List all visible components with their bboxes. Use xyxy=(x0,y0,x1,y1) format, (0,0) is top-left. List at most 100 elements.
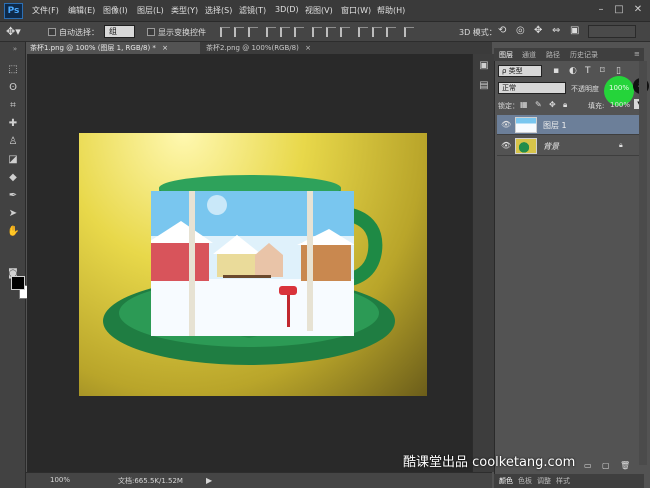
tab-channels[interactable]: 通道 xyxy=(522,50,536,60)
distribute-bottom-icon[interactable] xyxy=(340,27,350,37)
layer1-name[interactable]: 图层 1 xyxy=(543,120,567,131)
opacity-value[interactable]: 100% xyxy=(609,84,629,92)
auto-select-dropdown[interactable]: 组 xyxy=(104,25,135,38)
menu-image[interactable]: 图像(I) xyxy=(103,5,128,16)
crop-tool-icon[interactable]: ⌗ xyxy=(7,100,19,112)
tab-layers[interactable]: 图层 xyxy=(499,50,513,60)
layer-row-layer1[interactable]: 👁︎ 图层 1 xyxy=(497,115,639,135)
delete-layer-icon[interactable]: 🗑︎ xyxy=(620,461,630,470)
3d-scale-icon[interactable]: ▣ xyxy=(570,25,579,36)
tab-paths[interactable]: 路径 xyxy=(546,50,560,60)
filter-shape-icon[interactable]: ⌑ xyxy=(600,66,605,76)
path-select-icon[interactable]: ➤ xyxy=(7,208,19,220)
filter-type-icon[interactable]: T xyxy=(585,66,591,76)
3d-rotate-icon[interactable]: ⟲ xyxy=(498,25,506,36)
tab-color[interactable]: 颜色 xyxy=(499,476,513,486)
lock-transparent-icon[interactable]: ▦ xyxy=(520,100,528,109)
distribute-top-icon[interactable] xyxy=(312,27,322,37)
auto-select-label: 自动选择： xyxy=(59,28,99,37)
align-right-icon[interactable] xyxy=(294,27,304,37)
close-button[interactable]: ✕ xyxy=(631,4,645,17)
eraser-tool-icon[interactable]: ◪ xyxy=(7,154,19,166)
menu-type[interactable]: 类型(Y) xyxy=(171,5,198,16)
pen-tool-icon[interactable]: ✒ xyxy=(7,190,19,202)
tab-swatches[interactable]: 色板 xyxy=(518,476,532,486)
lock-position-icon[interactable]: ✥ xyxy=(549,100,556,109)
align-hcenter-icon[interactable] xyxy=(280,27,290,37)
workspace-dropdown[interactable] xyxy=(588,25,636,38)
collapse-icon[interactable]: » xyxy=(9,43,21,55)
move-tool-preset-icon[interactable]: ✥▾ xyxy=(6,25,21,38)
visibility-eye-icon[interactable]: 👁︎ xyxy=(501,120,511,129)
maximize-button[interactable]: □ xyxy=(612,4,626,17)
minimize-button[interactable]: – xyxy=(594,4,608,17)
layer-filter-dropdown[interactable]: ρ 类型 xyxy=(498,65,542,77)
document-canvas[interactable] xyxy=(79,133,427,396)
3d-pan-icon[interactable]: ✥ xyxy=(534,25,542,36)
zoom-level[interactable]: 100% xyxy=(50,476,70,484)
menu-layer[interactable]: 图层(L) xyxy=(137,5,164,16)
tab-teacup2-close-icon[interactable]: × xyxy=(305,44,311,52)
menu-view[interactable]: 视图(V) xyxy=(305,5,333,16)
3d-slide-icon[interactable]: ⇔ xyxy=(552,25,560,36)
show-transform-label: 显示变换控件 xyxy=(158,28,206,37)
menu-select[interactable]: 选择(S) xyxy=(205,5,232,16)
blend-mode-dropdown[interactable]: 正常 xyxy=(498,82,566,94)
tab-history[interactable]: 历史记录 xyxy=(570,50,598,60)
3d-roll-icon[interactable]: ◎ xyxy=(516,25,525,36)
align-bottom-icon[interactable] xyxy=(248,27,258,37)
blur-tool-icon[interactable]: ◆ xyxy=(7,172,19,184)
align-top-icon[interactable] xyxy=(220,27,230,37)
tab-adjustments[interactable]: 调整 xyxy=(537,476,551,486)
menu-edit[interactable]: 编辑(E) xyxy=(68,5,95,16)
visibility-eye-icon[interactable]: 👁︎ xyxy=(501,141,511,150)
tools-panel: » ⬚ ✥ ʘ ✱ ⌗ ⁄ ✚ ✎ ♙ ↺ ◪ ▭ ◆ ● ✒ T ➤ ■ ✋ … xyxy=(0,42,42,488)
menu-3d[interactable]: 3D(D) xyxy=(275,5,299,14)
menu-window[interactable]: 窗口(W) xyxy=(341,5,371,16)
document-tabs: 茶杯1.png @ 100% (图层 1, RGB/8) * × 茶杯2.png… xyxy=(26,42,492,54)
show-transform-checkbox[interactable] xyxy=(147,28,155,36)
new-group-icon[interactable]: ▭ xyxy=(584,461,592,470)
tab-teacup1-close-icon[interactable]: × xyxy=(162,44,168,52)
tab-teacup1[interactable]: 茶杯1.png @ 100% (图层 1, RGB/8) * × xyxy=(26,42,200,54)
lock-all-icon[interactable]: 🔒︎ xyxy=(563,100,567,110)
distribute-left-icon[interactable] xyxy=(358,27,368,37)
tab-styles[interactable]: 样式 xyxy=(556,476,570,486)
lasso-tool-icon[interactable]: ʘ xyxy=(7,82,19,94)
new-layer-icon[interactable]: ▢ xyxy=(602,461,610,470)
status-bar: 100% 文档:665.5K/1.52M ▶ xyxy=(26,472,492,488)
healing-brush-icon[interactable]: ✚ xyxy=(7,118,19,130)
auto-align-icon[interactable] xyxy=(404,27,414,37)
foreground-color-swatch[interactable] xyxy=(11,276,25,290)
background-layer-name[interactable]: 背景 xyxy=(543,141,559,152)
clone-stamp-icon[interactable]: ♙ xyxy=(7,136,19,148)
menu-filter[interactable]: 滤镜(T) xyxy=(239,5,266,16)
filter-smart-icon[interactable]: ▯ xyxy=(616,66,621,76)
tab-teacup2[interactable]: 茶杯2.png @ 100%(RGB/8) × xyxy=(202,42,342,54)
panel-menu-icon[interactable]: ≡ xyxy=(634,50,640,58)
layer-lock-icon: 🔒︎ xyxy=(619,141,623,149)
menu-help[interactable]: 帮助(H) xyxy=(377,5,405,16)
status-menu-arrow-icon[interactable]: ▶ xyxy=(206,476,212,485)
menu-file[interactable]: 文件(F) xyxy=(32,5,59,16)
doc-info: 文档:665.5K/1.52M xyxy=(118,477,183,485)
filter-pixel-icon[interactable]: ▪ xyxy=(553,66,559,76)
menu-bar: Ps 文件(F) 编辑(E) 图像(I) 图层(L) 类型(Y) 选择(S) 滤… xyxy=(0,0,650,22)
hand-tool-icon[interactable]: ✋ xyxy=(7,226,19,238)
lock-pixels-icon[interactable]: ✎ xyxy=(535,100,542,109)
layer-row-background[interactable]: 👁︎ 背景 🔒︎ xyxy=(497,136,639,156)
layer1-thumbnail xyxy=(515,117,537,133)
auto-select-checkbox[interactable] xyxy=(48,28,56,36)
history-panel-icon[interactable]: ▣ xyxy=(478,60,490,72)
fill-value[interactable]: 100% xyxy=(610,101,630,109)
distribute-vcenter-icon[interactable] xyxy=(326,27,336,37)
layers-scrollbar[interactable] xyxy=(639,61,647,465)
distribute-hcenter-icon[interactable] xyxy=(372,27,382,37)
distribute-right-icon[interactable] xyxy=(386,27,396,37)
properties-panel-icon[interactable]: ▤ xyxy=(478,80,490,92)
filter-adjust-icon[interactable]: ◐ xyxy=(569,66,577,76)
align-left-icon[interactable] xyxy=(266,27,276,37)
align-vcenter-icon[interactable] xyxy=(234,27,244,37)
fill-label: 填充: xyxy=(588,102,605,110)
marquee-tool-icon[interactable]: ⬚ xyxy=(7,64,19,76)
